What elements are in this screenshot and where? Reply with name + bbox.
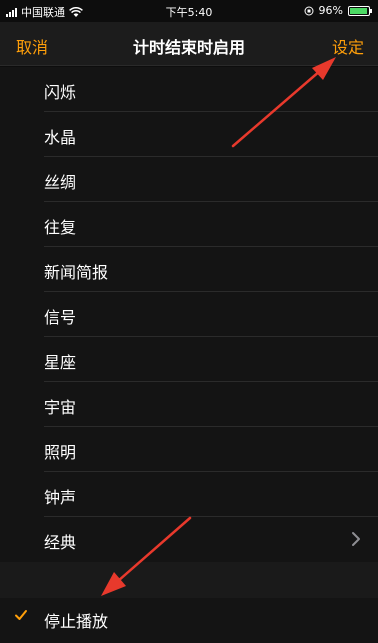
status-right: 96% xyxy=(304,4,372,17)
list-item-illuminate[interactable]: 照明 xyxy=(0,427,378,472)
list-item-signal[interactable]: 信号 xyxy=(0,292,378,337)
stop-playing-label: 停止播放 xyxy=(44,612,109,631)
stop-playing-row[interactable]: 停止播放 xyxy=(0,598,378,643)
list-item-label: 宇宙 xyxy=(44,398,77,417)
list-item-label: 信号 xyxy=(44,308,77,327)
list-item-label: 经典 xyxy=(44,533,77,552)
list-item-label: 星座 xyxy=(44,353,77,372)
list-item-reciprocate[interactable]: 往复 xyxy=(0,202,378,247)
checkmark-icon xyxy=(15,610,27,620)
list-item-silk[interactable]: 丝绸 xyxy=(0,157,378,202)
list-item-label: 闪烁 xyxy=(44,83,77,102)
list-item-classic[interactable]: 经典 xyxy=(0,517,378,562)
orientation-lock-icon xyxy=(304,6,314,15)
list-item-constellation[interactable]: 星座 xyxy=(0,337,378,382)
battery-percent: 96% xyxy=(318,4,343,17)
list-item-label: 新闻简报 xyxy=(44,263,109,282)
list-item-newsflash[interactable]: 新闻简报 xyxy=(0,247,378,292)
list-item-cosmic[interactable]: 宇宙 xyxy=(0,382,378,427)
sound-list: 闪烁 水晶 丝绸 往复 新闻简报 信号 星座 宇宙 照明 钟声 经典 xyxy=(0,67,378,562)
battery-icon xyxy=(348,5,372,16)
status-bar: 中国联通 下午5:40 96% xyxy=(0,0,378,22)
chevron-right-icon xyxy=(352,532,360,546)
list-item-label: 往复 xyxy=(44,218,77,237)
set-button[interactable]: 设定 xyxy=(332,34,364,58)
list-item-bell[interactable]: 钟声 xyxy=(0,472,378,517)
cancel-button[interactable]: 取消 xyxy=(16,34,48,58)
nav-bar: 取消 计时结束时启用 设定 xyxy=(0,22,378,66)
section-gap xyxy=(0,562,378,598)
list-item-label: 照明 xyxy=(44,443,77,462)
list-item-label: 丝绸 xyxy=(44,173,77,192)
list-item-crystal[interactable]: 水晶 xyxy=(0,112,378,157)
battery-fill xyxy=(350,7,368,14)
list-item-label: 水晶 xyxy=(44,128,77,147)
list-item-flash[interactable]: 闪烁 xyxy=(0,67,378,112)
list-item-label: 钟声 xyxy=(44,488,77,507)
page-title: 计时结束时启用 xyxy=(132,38,245,57)
